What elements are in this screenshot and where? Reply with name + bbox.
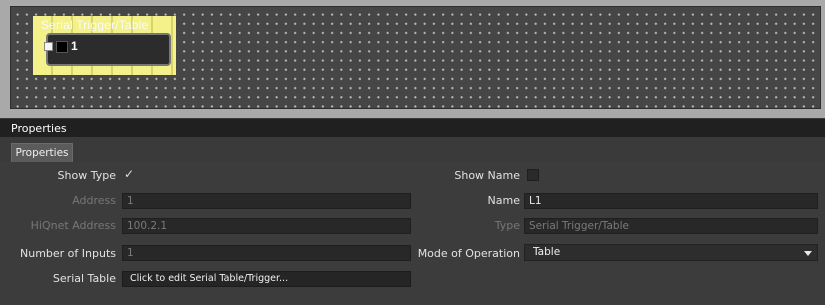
type-label: Type xyxy=(494,219,520,232)
name-label: Name xyxy=(487,194,520,207)
number-of-inputs-label: Number of Inputs xyxy=(20,247,116,260)
serial-table-label: Serial Table xyxy=(52,272,116,285)
properties-panel-header: Properties xyxy=(0,119,825,137)
address-field[interactable]: 1 xyxy=(122,193,411,209)
mode-of-operation-select[interactable]: Table xyxy=(524,244,818,261)
show-name-checkbox[interactable] xyxy=(527,169,539,181)
edit-serial-table-button[interactable]: Click to edit Serial Table/Trigger... xyxy=(122,271,411,287)
input-pin[interactable] xyxy=(44,42,53,51)
port-number: 1 xyxy=(71,39,78,53)
number-of-inputs-field[interactable]: 1 xyxy=(122,245,411,261)
hiqnet-address-field[interactable]: 100.2.1 xyxy=(122,218,411,234)
panel-title: Properties xyxy=(11,122,67,135)
input-port[interactable] xyxy=(56,41,68,53)
address-label: Address xyxy=(72,194,116,207)
show-name-label: Show Name xyxy=(454,169,520,182)
mode-of-operation-value: Table xyxy=(533,246,561,258)
name-field[interactable]: L1 xyxy=(524,193,818,209)
block-title: Serial Trigger/Table xyxy=(41,18,149,32)
tab-properties[interactable]: Properties xyxy=(11,143,73,162)
tab-strip xyxy=(0,138,825,162)
show-type-label: Show Type xyxy=(57,169,116,182)
mode-of-operation-label: Mode of Operation xyxy=(417,247,520,260)
dropdown-caret-icon xyxy=(804,251,812,256)
type-field[interactable]: Serial Trigger/Table xyxy=(524,218,818,234)
hiqnet-address-label: HiQnet Address xyxy=(30,219,116,232)
show-type-checkbox[interactable]: ✓ xyxy=(123,168,135,181)
